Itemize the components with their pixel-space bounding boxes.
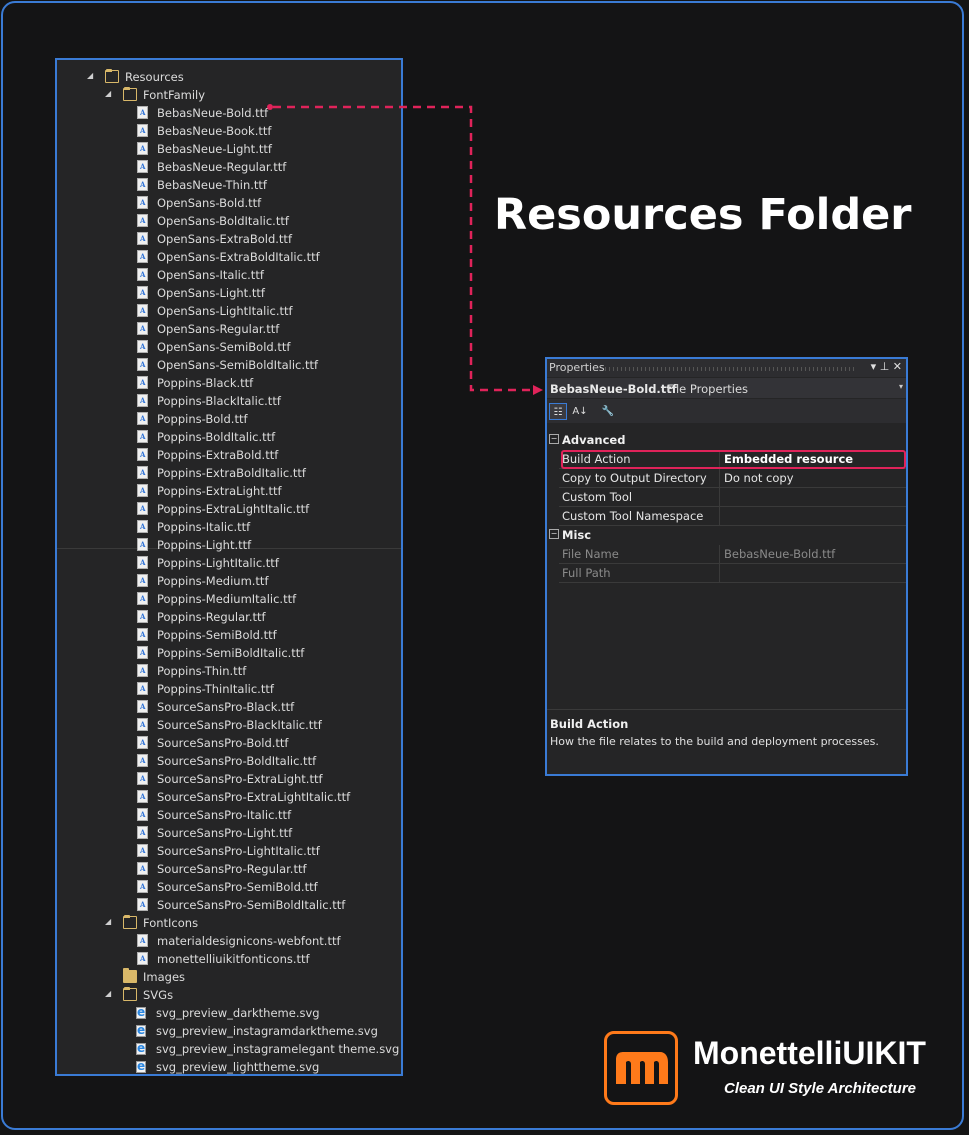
category-misc[interactable]: − Misc — [547, 526, 906, 545]
property-file-name[interactable]: File Name BebasNeue-Bold.ttf — [559, 545, 906, 564]
collapse-icon[interactable]: − — [549, 529, 559, 539]
property-custom-tool-namespace[interactable]: Custom Tool Namespace — [559, 507, 906, 526]
grip-dots — [605, 367, 856, 371]
description-text: How the file relates to the build and de… — [550, 735, 879, 748]
column-divider — [719, 507, 720, 525]
connector-start-dot — [267, 104, 273, 110]
properties-toolbar: ☷ A↓ 🔧 — [547, 399, 906, 423]
alphabetical-icon[interactable]: A↓ — [571, 403, 589, 420]
property-copy-to-output[interactable]: Copy to Output Directory Do not copy — [559, 469, 906, 488]
object-name: BebasNeue-Bold.ttf — [550, 382, 677, 396]
category-advanced[interactable]: − Advanced — [547, 431, 906, 450]
build-action-highlight — [561, 450, 906, 469]
column-divider — [719, 488, 720, 506]
connector-path — [273, 105, 535, 392]
property-name: Full Path — [562, 566, 611, 580]
property-value[interactable]: Do not copy — [724, 471, 794, 485]
properties-header: Properties ▾ ⊥ ✕ — [547, 359, 906, 377]
property-name: Custom Tool — [562, 490, 633, 504]
property-name: Custom Tool Namespace — [562, 509, 704, 523]
brand-logo — [604, 1031, 678, 1105]
category-name: Misc — [562, 528, 592, 542]
properties-title: Properties — [549, 361, 605, 374]
connector-arrowhead — [533, 385, 543, 395]
property-name: Copy to Output Directory — [562, 471, 707, 485]
chevron-down-icon[interactable]: ▾ — [899, 382, 903, 391]
object-kind: File Properties — [667, 382, 749, 396]
brand-tagline: Clean UI Style Architecture — [724, 1080, 917, 1097]
window-controls-icon[interactable]: ▾ ⊥ ✕ — [871, 360, 902, 373]
property-value[interactable]: BebasNeue-Bold.ttf — [724, 547, 835, 561]
category-name: Advanced — [562, 433, 626, 447]
object-selector[interactable]: BebasNeue-Bold.ttf File Properties ▾ — [547, 378, 906, 398]
property-pages-icon[interactable]: 🔧 — [599, 403, 617, 420]
logo-mark-icon — [616, 1052, 668, 1084]
property-custom-tool[interactable]: Custom Tool — [559, 488, 906, 507]
column-divider — [719, 564, 720, 582]
property-full-path[interactable]: Full Path — [559, 564, 906, 583]
collapse-icon[interactable]: − — [549, 434, 559, 444]
column-divider — [719, 545, 720, 563]
properties-panel: Properties ▾ ⊥ ✕ BebasNeue-Bold.ttf File… — [545, 357, 908, 776]
property-name: File Name — [562, 547, 619, 561]
description-pane: Build Action How the file relates to the… — [547, 709, 906, 774]
column-divider — [719, 469, 720, 487]
categorized-icon[interactable]: ☷ — [549, 403, 567, 420]
brand-name: MonettelliUIKIT — [693, 1035, 926, 1071]
description-title: Build Action — [550, 717, 629, 731]
